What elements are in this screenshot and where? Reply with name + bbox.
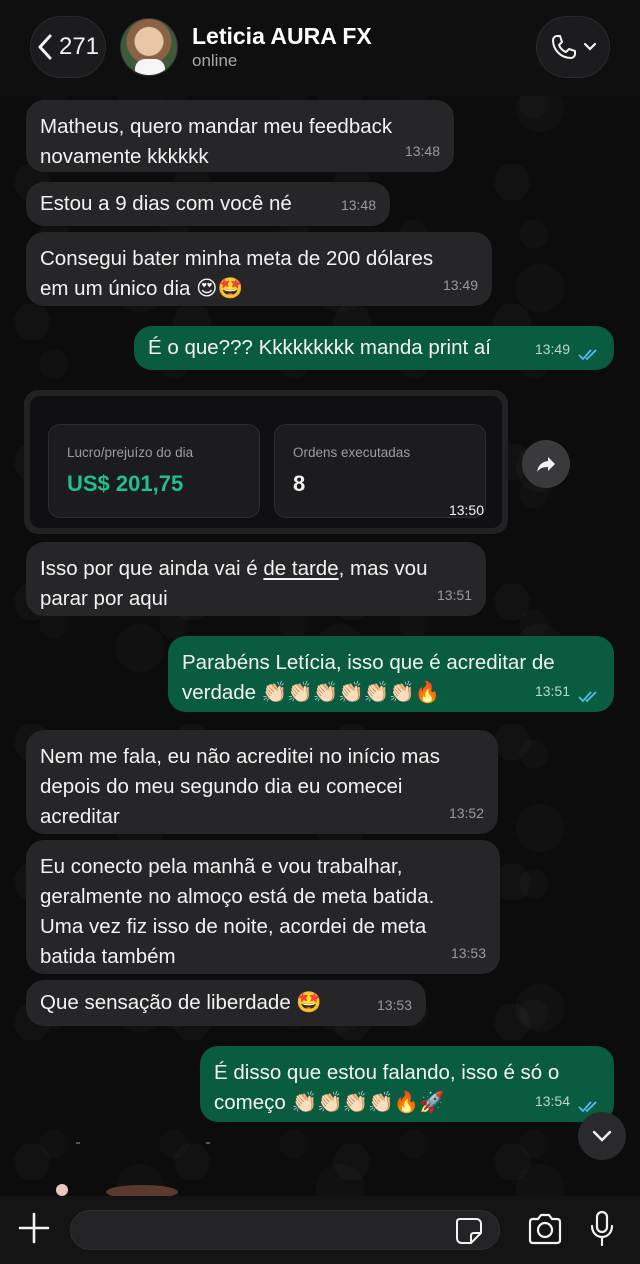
image-message[interactable]: Lucro/prejuízo do dia US$ 201,75 Ordens … — [24, 390, 508, 534]
message-time: 13:49 — [442, 277, 478, 293]
date-link[interactable]: de tarde — [263, 557, 338, 580]
orders-label: Ordens executadas — [293, 445, 411, 460]
message-outgoing[interactable]: Parabéns Letícia, isso que é acreditar d… — [168, 636, 614, 712]
message-text: Nem me fala, eu não acreditei no início … — [40, 745, 440, 828]
chevron-down-icon — [592, 1130, 612, 1142]
composer-bar — [0, 1196, 640, 1264]
message-time: 13:48 — [340, 197, 376, 213]
message-text: Consegui bater minha meta de 200 dólares… — [40, 247, 434, 300]
message-text-part: Isso por que ainda vai é — [40, 557, 264, 580]
message-time: 13:50 — [448, 502, 484, 518]
partial-message-preview — [56, 1142, 210, 1196]
message-time: 13:51 — [534, 683, 570, 699]
message-text: Estou a 9 dias com você né — [40, 192, 292, 215]
sticker-icon[interactable] — [454, 1216, 484, 1246]
message-text: Eu conecto pela manhã e vou trabalhar, g… — [40, 855, 435, 968]
profit-card: Lucro/prejuízo do dia US$ 201,75 — [48, 424, 260, 518]
orders-value: 8 — [293, 471, 306, 496]
message-incoming[interactable]: Consegui bater minha meta de 200 dólares… — [26, 232, 492, 306]
share-arrow-icon — [537, 457, 555, 472]
message-incoming[interactable]: Que sensação de liberdade 🤩 13:53 — [26, 980, 426, 1026]
message-text: Que sensação de liberdade 🤩 — [40, 991, 322, 1014]
message-time: 13:49 — [534, 341, 570, 357]
scroll-to-bottom-button[interactable] — [578, 1112, 626, 1160]
chevron-down-icon — [583, 42, 597, 51]
microphone-icon[interactable] — [588, 1210, 616, 1248]
message-outgoing[interactable]: É o que??? Kkkkkkkkk manda print aí 13:4… — [134, 326, 614, 370]
message-time: 13:52 — [448, 805, 484, 821]
message-incoming[interactable]: Estou a 9 dias com você né 13:48 — [26, 182, 390, 226]
message-text: É o que??? Kkkkkkkkk manda print aí — [148, 336, 491, 359]
message-time: 13:53 — [450, 945, 486, 961]
message-incoming[interactable]: Nem me fala, eu não acreditei no início … — [26, 730, 498, 834]
contact-name[interactable]: Leticia AURA FX — [192, 23, 372, 50]
read-receipt-icon — [578, 691, 597, 703]
read-receipt-icon — [578, 349, 597, 361]
message-text: Matheus, quero mandar meu feedback novam… — [40, 115, 393, 168]
message-time: 13:54 — [534, 1093, 570, 1109]
profit-label: Lucro/prejuízo do dia — [67, 445, 194, 460]
contact-status: online — [192, 51, 238, 70]
call-button[interactable] — [536, 16, 610, 78]
message-time: 13:51 — [436, 587, 472, 603]
contact-avatar[interactable] — [120, 18, 178, 76]
screenshot-image[interactable]: Lucro/prejuízo do dia US$ 201,75 Ordens … — [30, 396, 502, 528]
chat-header: 271 Leticia AURA FX online — [0, 0, 640, 96]
forward-button[interactable] — [522, 440, 570, 488]
message-incoming[interactable]: Isso por que ainda vai é de tarde, mas v… — [26, 542, 486, 616]
plus-icon[interactable] — [16, 1210, 52, 1246]
phone-icon — [552, 35, 576, 59]
message-input[interactable] — [70, 1210, 500, 1250]
message-outgoing[interactable]: É disso que estou falando, isso é só o c… — [200, 1046, 614, 1122]
message-time: 13:48 — [404, 143, 440, 159]
message-incoming[interactable]: Matheus, quero mandar meu feedback novam… — [26, 100, 454, 172]
camera-icon[interactable] — [526, 1212, 564, 1246]
unread-count: 271 — [58, 33, 100, 60]
message-time: 13:53 — [376, 997, 412, 1013]
message-incoming[interactable]: Eu conecto pela manhã e vou trabalhar, g… — [26, 840, 500, 974]
profit-value: US$ 201,75 — [67, 471, 184, 496]
back-button[interactable]: 271 — [30, 16, 106, 78]
message-text: Isso por que ainda vai é de tarde, mas v… — [40, 554, 472, 614]
chevron-left-icon — [38, 34, 52, 60]
